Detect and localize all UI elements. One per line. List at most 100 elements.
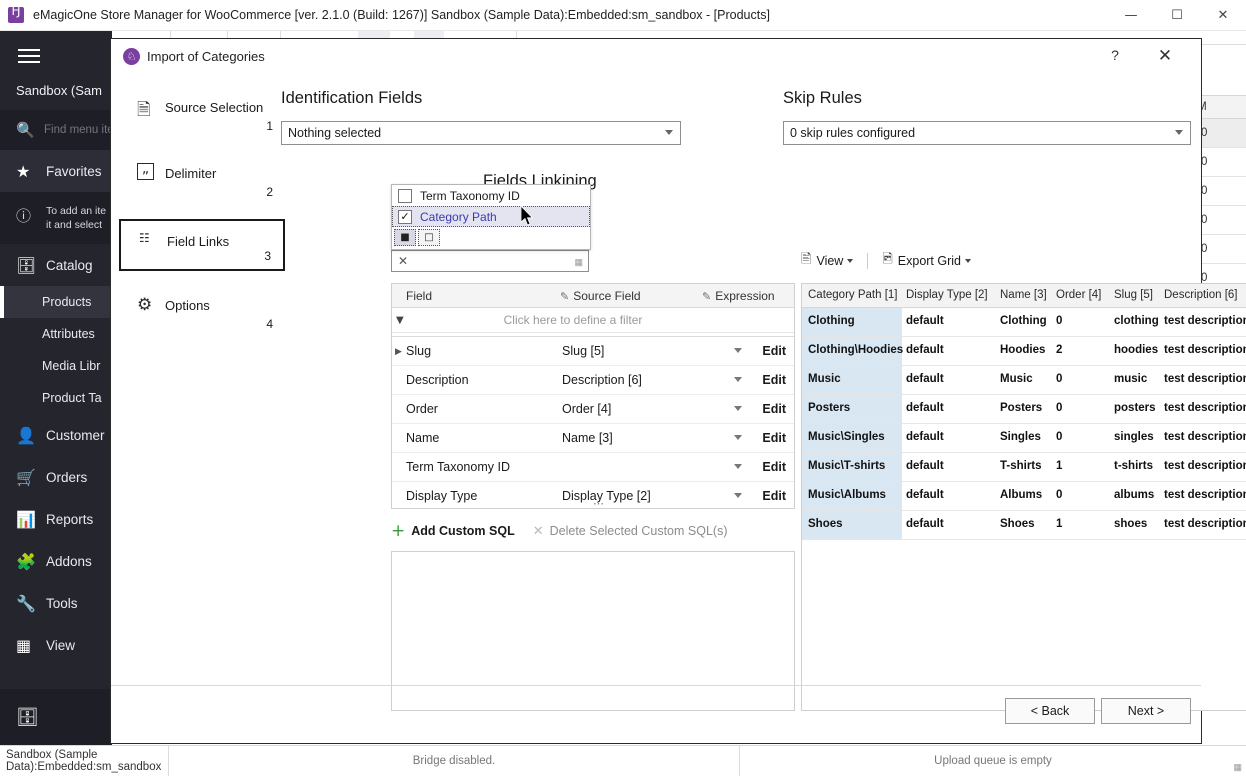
- column-header-slug[interactable]: Slug [5]: [1114, 289, 1153, 301]
- star-icon: ★: [16, 162, 40, 181]
- cell-edit-link[interactable]: Edit: [762, 489, 786, 503]
- fields-linking-grid[interactable]: Field ✎Source Field ✎Expression ▼ Click …: [391, 283, 795, 509]
- dropdown-item-term-taxonomy-id[interactable]: Term Taxonomy ID: [392, 185, 590, 206]
- preview-toolbar: 🖹 View 🖻 Export Grid: [801, 249, 985, 273]
- table-row[interactable]: Order Order [4] Edit: [392, 395, 794, 424]
- column-header-order[interactable]: Order [4]: [1056, 289, 1101, 301]
- table-row[interactable]: ClothingdefaultClothing0clothingtest des…: [802, 308, 1246, 337]
- table-row[interactable]: ShoesdefaultShoes1shoestest description: [802, 511, 1246, 540]
- dropdown-select-buttons: ■ □: [394, 229, 440, 246]
- table-row[interactable]: Name Name [3] Edit: [392, 424, 794, 453]
- cell-edit-link[interactable]: Edit: [762, 431, 786, 445]
- chevron-down-icon[interactable]: [965, 259, 971, 263]
- sidebar-item-media-library[interactable]: Media Libr: [0, 350, 112, 382]
- checkbox[interactable]: [398, 189, 412, 203]
- column-header-source-field[interactable]: ✎Source Field: [560, 289, 641, 303]
- column-header-expression[interactable]: ✎Expression: [702, 289, 775, 303]
- close-button[interactable]: ✕: [1200, 0, 1246, 31]
- chevron-down-icon[interactable]: [734, 348, 742, 353]
- chevron-down-icon: [665, 130, 673, 135]
- cell-edit-link[interactable]: Edit: [762, 402, 786, 416]
- cell-slug: hoodies: [1114, 344, 1158, 356]
- table-row[interactable]: MusicdefaultMusic0musictest description: [802, 366, 1246, 395]
- next-button[interactable]: Next >: [1101, 698, 1191, 724]
- table-row[interactable]: Music\SinglesdefaultSingles0singlestest …: [802, 424, 1246, 453]
- add-custom-sql-button[interactable]: Add Custom SQL: [411, 524, 514, 538]
- cell-name: Albums: [1000, 489, 1042, 501]
- chevron-down-icon[interactable]: [734, 464, 742, 469]
- table-row[interactable]: Music\T-shirtsdefaultT-shirts1t-shirtste…: [802, 453, 1246, 482]
- sidebar-item-tools[interactable]: 🔧 Tools: [0, 582, 112, 624]
- filter-icon[interactable]: ▼: [396, 315, 404, 326]
- cell-display-type: default: [906, 460, 944, 472]
- cell-description: test description: [1164, 344, 1246, 356]
- sidebar-item-orders[interactable]: 🛒 Orders: [0, 456, 112, 498]
- view-button[interactable]: View: [816, 254, 843, 268]
- column-header-name[interactable]: Name [3]: [1000, 289, 1047, 301]
- chevron-down-icon[interactable]: [734, 435, 742, 440]
- sidebar-item-attributes[interactable]: Attributes: [0, 318, 112, 350]
- info-icon: ⓘ: [16, 200, 40, 226]
- chevron-down-icon[interactable]: [734, 406, 742, 411]
- grid-filter-row[interactable]: ▼ Click here to define a filter: [392, 308, 794, 333]
- help-button[interactable]: ?: [1101, 47, 1129, 63]
- dropdown-item-category-path[interactable]: ✓ Category Path: [392, 206, 590, 227]
- identification-fields-combo[interactable]: Nothing selected: [281, 121, 681, 145]
- table-row[interactable]: Clothing\HoodiesdefaultHoodies2hoodieste…: [802, 337, 1246, 366]
- checkbox-checked[interactable]: ✓: [398, 210, 412, 224]
- column-header-field[interactable]: Field: [406, 289, 432, 303]
- sidebar-item-addons[interactable]: 🧩 Addons: [0, 540, 112, 582]
- table-row[interactable]: PostersdefaultPosters0posterstest descri…: [802, 395, 1246, 424]
- maximize-button[interactable]: ☐: [1154, 0, 1200, 31]
- chevron-down-icon[interactable]: [734, 377, 742, 382]
- dialog-close-button[interactable]: ✕: [1151, 46, 1179, 66]
- hamburger-menu-icon[interactable]: [0, 31, 112, 77]
- view-options-icon[interactable]: 🖹: [801, 250, 811, 272]
- export-grid-icon[interactable]: 🖻: [882, 250, 892, 272]
- cell-edit-link[interactable]: Edit: [762, 460, 786, 474]
- step-source-selection[interactable]: 🗎 Source Selection 1: [119, 87, 285, 139]
- sidebar-item-label: Addons: [46, 554, 92, 569]
- chevron-down-icon[interactable]: [734, 493, 742, 498]
- step-field-links[interactable]: ☷ Field Links 3: [119, 219, 285, 271]
- cell-edit-link[interactable]: Edit: [762, 373, 786, 387]
- sidebar-footer-button[interactable]: 🗄: [0, 689, 112, 745]
- preview-grid[interactable]: Category Path [1] Display Type [2] Name …: [801, 283, 1246, 711]
- menu-search-input[interactable]: 🔍 Find menu ite: [0, 110, 112, 150]
- export-grid-button[interactable]: Export Grid: [898, 254, 961, 268]
- dialog-title: Import of Categories: [147, 49, 265, 64]
- cell-edit-link[interactable]: Edit: [762, 344, 786, 358]
- column-header-category-path[interactable]: Category Path [1]: [808, 289, 898, 301]
- cell-field: Term Taxonomy ID: [406, 460, 510, 474]
- resize-grip-icon[interactable]: ▦: [1233, 762, 1242, 773]
- table-row[interactable]: Music\AlbumsdefaultAlbums0albumstest des…: [802, 482, 1246, 511]
- identification-fields-dropdown[interactable]: Term Taxonomy ID ✓ Category Path ■ □: [391, 184, 591, 250]
- sidebar-item-reports[interactable]: 📊 Reports: [0, 498, 112, 540]
- sidebar-item-view[interactable]: ▦ View: [0, 624, 112, 666]
- step-options[interactable]: ⚙ Options 4: [119, 285, 285, 337]
- sidebar-item-catalog[interactable]: 🗄 Catalog: [0, 244, 112, 286]
- sidebar-item-customers[interactable]: 👤 Customer: [0, 414, 112, 456]
- sidebar-item-favorites[interactable]: ★ Favorites: [0, 150, 112, 192]
- skip-rules-combo[interactable]: 0 skip rules configured: [783, 121, 1191, 145]
- table-row[interactable]: Term Taxonomy ID Edit: [392, 453, 794, 482]
- chevron-down-icon[interactable]: [847, 259, 853, 263]
- select-all-icon[interactable]: ■: [394, 229, 416, 246]
- column-header-display-type[interactable]: Display Type [2]: [906, 289, 988, 301]
- dialog-header: ♘ Import of Categories ? ✕: [111, 39, 1201, 75]
- step-delimiter[interactable]: „ Delimiter 2: [119, 153, 285, 205]
- back-button[interactable]: < Back: [1005, 698, 1095, 724]
- expand-icon[interactable]: ▶: [395, 347, 402, 357]
- table-row[interactable]: ▶ Slug Slug [5] Edit: [392, 337, 794, 366]
- sidebar-item-products[interactable]: Products: [0, 286, 112, 318]
- column-header-description[interactable]: Description [6]: [1164, 289, 1238, 301]
- minimize-button[interactable]: —: [1108, 0, 1154, 31]
- table-row[interactable]: Description Description [6] Edit: [392, 366, 794, 395]
- resize-grip-icon[interactable]: ▦: [574, 257, 583, 268]
- fields-filter-input[interactable]: ✕ ▦: [391, 250, 589, 272]
- sidebar-item-product-tags[interactable]: Product Ta: [0, 382, 112, 414]
- store-name-label: Sandbox (Sam: [0, 77, 112, 110]
- deselect-all-icon[interactable]: □: [418, 229, 440, 246]
- plus-icon[interactable]: +: [391, 521, 405, 541]
- grid-resize-dots[interactable]: ⋯: [593, 497, 605, 509]
